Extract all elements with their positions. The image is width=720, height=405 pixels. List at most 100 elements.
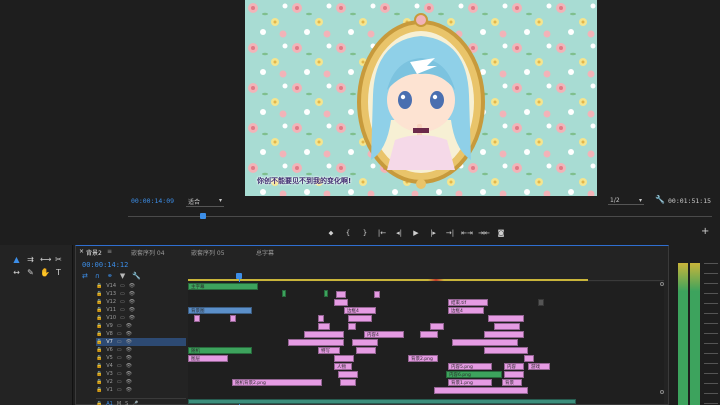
clip[interactable] bbox=[538, 299, 544, 306]
clip[interactable]: 内容 bbox=[504, 363, 524, 370]
pen-tool-icon[interactable]: ✎ bbox=[26, 268, 35, 277]
lock-icon[interactable]: 🔒 bbox=[96, 371, 102, 377]
hand-tool-icon[interactable]: ✋ bbox=[40, 268, 50, 277]
clip[interactable] bbox=[336, 291, 346, 298]
track-header-v1[interactable]: 🔒 V1 ▭ 👁 bbox=[96, 386, 186, 394]
sync-icon[interactable]: ▭ bbox=[117, 347, 122, 353]
lift-button[interactable]: ⇤⇥ bbox=[461, 228, 473, 238]
sync-icon[interactable]: ▭ bbox=[117, 371, 122, 377]
clip[interactable] bbox=[348, 315, 372, 322]
clip[interactable] bbox=[282, 290, 286, 297]
eye-icon[interactable]: 👁 bbox=[129, 315, 135, 321]
clip[interactable]: 游戏 bbox=[528, 363, 550, 370]
lock-icon[interactable]: 🔒 bbox=[96, 323, 102, 329]
quality-dropdown[interactable]: 1/2 ▾ bbox=[608, 197, 644, 205]
razor-tool-icon[interactable]: ✂ bbox=[54, 255, 63, 264]
clip[interactable] bbox=[340, 379, 356, 386]
lock-icon[interactable]: 🔒 bbox=[96, 291, 102, 297]
sync-icon[interactable]: ▭ bbox=[120, 291, 125, 297]
go-to-out-button[interactable]: →| bbox=[444, 228, 456, 238]
lock-icon[interactable]: 🔒 bbox=[96, 307, 102, 313]
clip[interactable]: 特写 bbox=[318, 347, 340, 354]
eye-icon[interactable]: 👁 bbox=[129, 283, 135, 289]
clip[interactable]: 结束.tif bbox=[448, 299, 488, 306]
clip[interactable] bbox=[504, 371, 524, 378]
tab-sequence-2[interactable]: 嵌套序列 04 bbox=[131, 248, 165, 257]
lock-icon[interactable]: 🔒 bbox=[96, 299, 102, 305]
clip[interactable] bbox=[288, 339, 344, 346]
clip[interactable] bbox=[318, 315, 324, 322]
audio-clip[interactable] bbox=[188, 399, 576, 404]
mark-in-button[interactable]: { bbox=[342, 228, 354, 238]
clip[interactable] bbox=[434, 387, 528, 394]
clip[interactable]: 随机 bbox=[188, 347, 252, 354]
clip[interactable]: 随机背景2.png bbox=[232, 379, 322, 386]
clip[interactable] bbox=[420, 331, 438, 338]
clip[interactable] bbox=[230, 315, 236, 322]
track-select-tool-icon[interactable]: ⇉ bbox=[26, 255, 35, 264]
track-header-v13[interactable]: 🔒 V13 ▭ 👁 bbox=[96, 290, 186, 298]
clip[interactable] bbox=[452, 339, 518, 346]
sync-icon[interactable]: ▭ bbox=[120, 283, 125, 289]
sync-icon[interactable]: ▭ bbox=[117, 339, 122, 345]
eye-icon[interactable]: 👁 bbox=[126, 387, 132, 393]
linked-selection-icon[interactable]: ⚭ bbox=[107, 272, 113, 280]
step-forward-button[interactable]: |▸ bbox=[427, 228, 439, 238]
eye-icon[interactable]: 👁 bbox=[129, 307, 135, 313]
track-header-v11[interactable]: 🔒 V11 ▭ 👁 bbox=[96, 306, 186, 314]
add-marker-button[interactable]: ⬥ bbox=[325, 228, 337, 238]
eye-icon[interactable]: 👁 bbox=[126, 323, 132, 329]
selection-tool-icon[interactable]: ▲ bbox=[12, 255, 21, 264]
clip[interactable]: 内容5.png bbox=[448, 363, 492, 370]
track-header-v6[interactable]: 🔒 V6 ▭ 👁 bbox=[96, 346, 186, 354]
mute-button[interactable]: M bbox=[117, 401, 121, 405]
snap-toggle-icon[interactable]: ∩ bbox=[95, 272, 100, 280]
clip[interactable] bbox=[304, 331, 344, 338]
sync-icon[interactable]: ▭ bbox=[120, 299, 125, 305]
slip-tool-icon[interactable]: ↔ bbox=[12, 268, 21, 277]
tab-sequence-1[interactable]: 背景2 bbox=[86, 248, 102, 257]
lock-icon[interactable]: 🔒 bbox=[96, 339, 102, 345]
tab-sequence-4[interactable]: 总字幕 bbox=[256, 248, 274, 257]
clip[interactable] bbox=[194, 315, 200, 322]
video-preview[interactable]: 你创不能要见不到我的变化啊! bbox=[245, 0, 597, 196]
sync-icon[interactable]: ▭ bbox=[117, 355, 122, 361]
fit-dropdown[interactable]: 适合 ▾ bbox=[186, 197, 224, 207]
clip[interactable]: 图层 bbox=[188, 355, 228, 362]
clip[interactable]: 人物 bbox=[334, 363, 352, 370]
ripple-edit-tool-icon[interactable]: ⟷ bbox=[40, 255, 51, 264]
track-header-v14[interactable]: 🔒 V14 ▭ 👁 bbox=[96, 282, 186, 290]
playhead-marker[interactable] bbox=[200, 213, 206, 219]
clip[interactable]: 内容6.png bbox=[446, 371, 502, 378]
eye-icon[interactable]: 👁 bbox=[126, 347, 132, 353]
clip[interactable]: 边框4 bbox=[344, 307, 376, 314]
microphone-icon[interactable]: 🎤 bbox=[132, 401, 138, 405]
solo-button[interactable]: S bbox=[125, 401, 128, 405]
mark-out-button[interactable]: } bbox=[359, 228, 371, 238]
track-header-v8[interactable]: 🔒 V8 ▭ 👁 bbox=[96, 330, 186, 338]
clip[interactable] bbox=[374, 291, 380, 298]
tab-menu-icon[interactable]: ≡ bbox=[107, 248, 112, 255]
wrench-icon[interactable]: 🔧 bbox=[655, 195, 665, 204]
clip[interactable] bbox=[430, 323, 444, 330]
time-ruler[interactable] bbox=[188, 272, 664, 281]
clip[interactable]: 背景1.png bbox=[448, 379, 492, 386]
sync-icon[interactable]: ▭ bbox=[117, 323, 122, 329]
sync-icon[interactable]: ▭ bbox=[117, 363, 122, 369]
eye-icon[interactable]: 👁 bbox=[129, 299, 135, 305]
eye-icon[interactable]: 👁 bbox=[129, 291, 135, 297]
clip[interactable] bbox=[352, 339, 378, 346]
monitor-scrubber[interactable] bbox=[128, 213, 712, 219]
track-header-v4[interactable]: 🔒 V4 ▭ 👁 bbox=[96, 362, 186, 370]
lock-icon[interactable]: 🔒 bbox=[96, 355, 102, 361]
step-back-button[interactable]: ◂| bbox=[393, 228, 405, 238]
lock-icon[interactable]: 🔒 bbox=[96, 283, 102, 289]
clip[interactable] bbox=[324, 290, 328, 297]
clip[interactable] bbox=[484, 331, 524, 338]
scroll-handle[interactable] bbox=[660, 390, 664, 394]
current-timecode[interactable]: 00:00:14:09 bbox=[131, 197, 174, 205]
track-header-a1[interactable]: 🔒 A1 M S 🎤 bbox=[96, 398, 186, 405]
lock-icon[interactable]: 🔒 bbox=[96, 315, 102, 321]
play-button[interactable]: ▶ bbox=[410, 228, 422, 238]
clip[interactable] bbox=[524, 355, 534, 362]
